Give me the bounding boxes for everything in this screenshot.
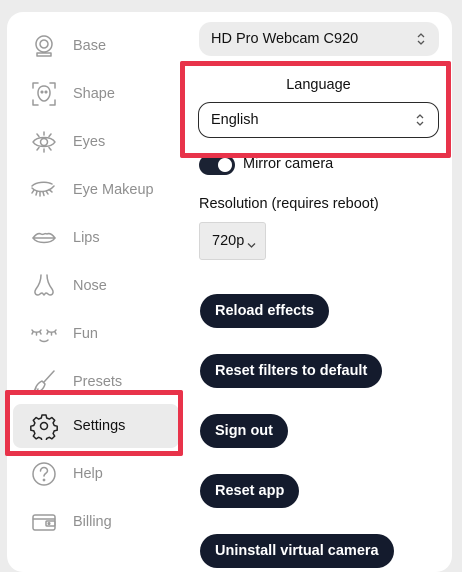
reset-app-button[interactable]: Reset app bbox=[200, 474, 300, 508]
uninstall-virtual-camera-button[interactable]: Uninstall virtual camera bbox=[200, 534, 394, 568]
sidebar-item-label: Lips bbox=[73, 230, 100, 246]
language-select[interactable]: English bbox=[198, 102, 439, 138]
reload-effects-button[interactable]: Reload effects bbox=[200, 294, 330, 328]
mirror-camera-toggle[interactable] bbox=[199, 155, 235, 175]
sidebar-item-billing[interactable]: Billing bbox=[13, 500, 179, 544]
eyelashes-icon bbox=[29, 175, 59, 205]
nose-icon bbox=[29, 271, 59, 301]
sidebar-item-label: Shape bbox=[73, 86, 115, 102]
sidebar-item-lips[interactable]: Lips bbox=[13, 216, 179, 260]
eye-icon bbox=[29, 127, 59, 157]
sidebar-item-label: Eye Makeup bbox=[73, 182, 154, 198]
gear-icon bbox=[29, 411, 59, 441]
question-icon bbox=[29, 459, 59, 489]
chevron-updown-icon bbox=[416, 112, 424, 128]
camera-select[interactable]: HD Pro Webcam C920 bbox=[199, 22, 439, 56]
sidebar-item-label: Presets bbox=[73, 374, 123, 390]
sidebar-item-label: Eyes bbox=[73, 134, 106, 150]
language-select-value: English bbox=[211, 112, 259, 128]
sidebar-item-label: Billing bbox=[73, 514, 112, 530]
sidebar-item-label: Settings bbox=[73, 418, 126, 434]
sidebar-item-settings[interactable]: Settings bbox=[13, 404, 179, 448]
sidebar-item-help[interactable]: Help bbox=[13, 452, 179, 496]
sidebar-item-label: Fun bbox=[73, 326, 98, 342]
chevron-down-icon bbox=[247, 237, 256, 248]
resolution-select-value: 720p bbox=[212, 233, 245, 249]
mirror-camera-label: Mirror camera bbox=[243, 156, 334, 172]
sidebar-item-label: Help bbox=[73, 466, 103, 482]
sidebar-item-nose[interactable]: Nose bbox=[13, 264, 179, 308]
sidebar: Base Shape Eyes Eye Makeup Lips Nose Fun… bbox=[7, 12, 187, 555]
sidebar-item-shape[interactable]: Shape bbox=[13, 72, 179, 116]
wallet-icon bbox=[29, 507, 59, 537]
chevron-updown-icon bbox=[417, 31, 425, 47]
resolution-label: Resolution (requires reboot) bbox=[199, 196, 379, 212]
reset-filters-button[interactable]: Reset filters to default bbox=[200, 354, 383, 388]
sidebar-item-presets[interactable]: Presets bbox=[13, 360, 179, 404]
face-shape-icon bbox=[29, 79, 59, 109]
sidebar-item-eyes[interactable]: Eyes bbox=[13, 120, 179, 164]
toggle-knob bbox=[218, 158, 232, 172]
webcam-icon bbox=[29, 31, 59, 61]
sidebar-item-label: Nose bbox=[73, 278, 107, 294]
sidebar-item-label: Base bbox=[73, 38, 107, 54]
sidebar-item-base[interactable]: Base bbox=[13, 24, 179, 68]
language-label: Language bbox=[286, 77, 351, 93]
camera-select-value: HD Pro Webcam C920 bbox=[211, 31, 359, 47]
sign-out-button[interactable]: Sign out bbox=[200, 414, 288, 448]
closed-eyes-icon bbox=[29, 319, 59, 349]
lips-icon bbox=[29, 223, 59, 253]
sidebar-item-fun[interactable]: Fun bbox=[13, 312, 179, 356]
brush-icon bbox=[29, 367, 59, 397]
resolution-select[interactable]: 720p bbox=[199, 222, 266, 260]
sidebar-item-eye-makeup[interactable]: Eye Makeup bbox=[13, 168, 179, 212]
